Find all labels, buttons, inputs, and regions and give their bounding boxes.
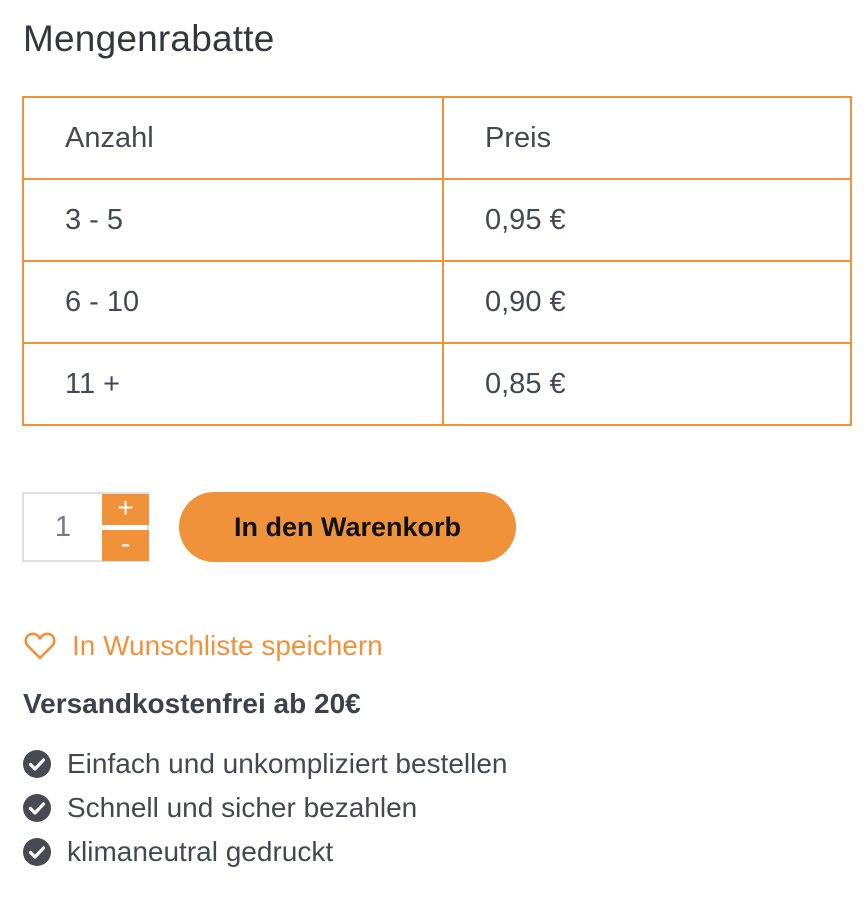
feature-text: Einfach und unkompliziert bestellen	[67, 748, 508, 779]
volume-discount-table: Anzahl Preis 3 - 5 0,95 € 6 - 10 0,90 € …	[22, 96, 852, 426]
list-item: Schnell und sicher bezahlen	[22, 786, 507, 830]
feature-text: klimaneutral gedruckt	[67, 836, 334, 867]
table-row: 6 - 10 0,90 €	[22, 260, 852, 344]
section-title: Mengenrabatte	[23, 18, 275, 59]
quantity-input[interactable]: 1	[24, 494, 102, 560]
quantity-decrement-button[interactable]: -	[102, 530, 149, 561]
price-cell: 0,95 €	[442, 178, 852, 262]
heart-outline-icon	[24, 632, 56, 660]
quantity-range-cell: 11 +	[22, 342, 444, 426]
quantity-range-cell: 3 - 5	[22, 178, 444, 262]
price-cell: 0,90 €	[442, 260, 852, 344]
free-shipping-notice: Versandkostenfrei ab 20€	[23, 688, 361, 719]
add-to-cart-button[interactable]: In den Warenkorb	[179, 492, 516, 562]
list-item: Einfach und unkompliziert bestellen	[22, 742, 507, 786]
quantity-stepper: 1 + -	[22, 492, 149, 562]
quantity-increment-button[interactable]: +	[102, 494, 149, 525]
check-circle-icon	[22, 749, 52, 779]
quantity-range-cell: 6 - 10	[22, 260, 444, 344]
check-circle-icon	[22, 837, 52, 867]
column-header-quantity: Anzahl	[22, 96, 444, 180]
table-row: 11 + 0,85 €	[22, 342, 852, 426]
feature-text: Schnell und sicher bezahlen	[67, 792, 418, 823]
table-header-row: Anzahl Preis	[22, 96, 852, 180]
check-circle-icon	[22, 793, 52, 823]
wishlist-link[interactable]: In Wunschliste speichern	[24, 628, 383, 664]
list-item: klimaneutral gedruckt	[22, 830, 507, 874]
column-header-price: Preis	[442, 96, 852, 180]
feature-list: Einfach und unkompliziert bestellen Schn…	[22, 742, 507, 874]
wishlist-label: In Wunschliste speichern	[72, 630, 383, 661]
table-row: 3 - 5 0,95 €	[22, 178, 852, 262]
price-cell: 0,85 €	[442, 342, 852, 426]
